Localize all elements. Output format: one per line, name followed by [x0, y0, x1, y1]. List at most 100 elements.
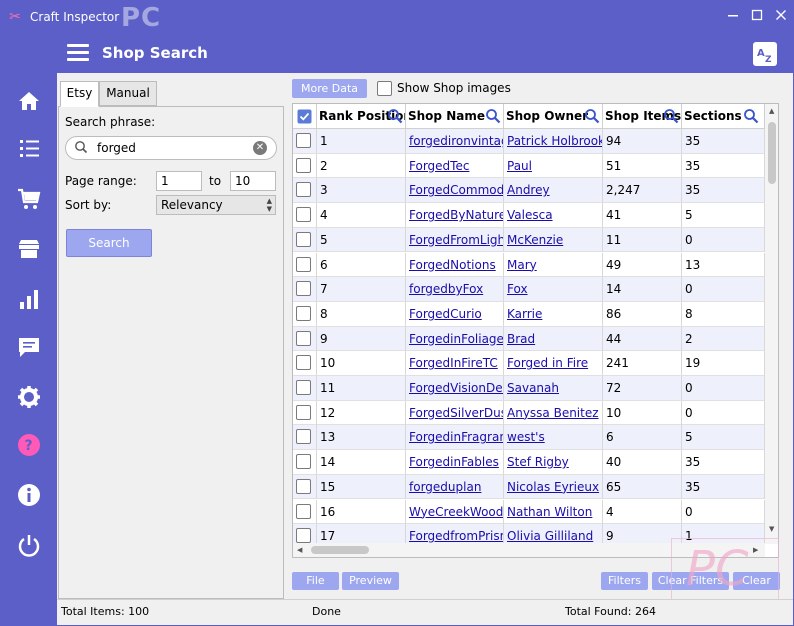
table-row[interactable]: 12 ForgedSilverDust Anyssa Benitez 10 0 — [293, 400, 765, 426]
shop-owner-link[interactable]: Andrey — [504, 178, 603, 203]
shop-name-link-text[interactable]: ForgedSilverDust — [409, 406, 503, 420]
shop-name-link[interactable]: ForgedinFables — [406, 450, 504, 475]
more-data-button[interactable]: More Data — [292, 79, 367, 98]
sort-by-select[interactable]: Relevancy ▲ ▼ — [156, 195, 276, 215]
page-to-input[interactable]: 10 — [230, 171, 276, 191]
chart-icon[interactable] — [15, 285, 43, 313]
shop-name-link-text[interactable]: ForgedCommodities — [409, 183, 503, 197]
shop-name-link-text[interactable]: forgedbyFox — [409, 282, 483, 296]
scroll-up-icon[interactable]: ▲ — [769, 107, 774, 115]
shop-owner-link-text[interactable]: Brad — [507, 332, 535, 346]
shop-name-link-text[interactable]: ForgedinFragrance — [409, 430, 503, 444]
shop-name-link[interactable]: ForgedTec — [406, 153, 504, 178]
shop-name-link[interactable]: ForgedVisionDesigns — [406, 376, 504, 400]
shop-owner-link[interactable]: Stef Rigby — [504, 450, 603, 475]
shop-name-link-text[interactable]: ForgedInFireTC — [409, 356, 498, 370]
shop-owner-link-text[interactable]: Anyssa Benitez — [507, 406, 599, 420]
row-checkbox[interactable] — [296, 157, 311, 173]
table-row[interactable]: 6 ForgedNotions Mary 49 13 — [293, 252, 765, 278]
shop-owner-link[interactable]: Valesca — [504, 203, 603, 228]
info-icon[interactable] — [15, 481, 43, 509]
filter-search-icon[interactable] — [743, 108, 759, 124]
shop-owner-link[interactable]: Mary — [504, 252, 603, 277]
shop-name-link[interactable]: ForgedByNatureShop — [406, 203, 504, 228]
file-button[interactable]: File — [292, 572, 339, 590]
shop-name-link-text[interactable]: WyeCreekWoodworks — [409, 505, 503, 519]
scroll-left-icon[interactable]: ◀ — [297, 546, 302, 554]
shop-owner-link[interactable]: Brad — [504, 326, 603, 351]
preview-button[interactable]: Preview — [342, 572, 399, 590]
row-checkbox[interactable] — [296, 133, 311, 148]
shop-owner-link-text[interactable]: Paul — [507, 159, 532, 173]
search-button[interactable]: Search — [66, 229, 152, 257]
shop-owner-link[interactable]: Patrick Holbrook — [504, 129, 603, 153]
shop-name-link[interactable]: ForgedCurio — [406, 301, 504, 326]
checkbox-checked-icon[interactable] — [297, 109, 312, 124]
table-row[interactable]: 1 forgedironvintage Patrick Holbrook 94 35 — [293, 129, 765, 154]
store-icon[interactable] — [15, 235, 43, 263]
shop-owner-link[interactable]: Forged in Fire — [504, 351, 603, 376]
shop-owner-link-text[interactable]: west's — [507, 430, 545, 444]
shop-name-link[interactable]: ForgedNotions — [406, 252, 504, 277]
shop-owner-link-text[interactable]: Mary — [507, 258, 537, 272]
shop-name-link-text[interactable]: ForgedTec — [409, 159, 469, 173]
table-row[interactable]: 4 ForgedByNatureShop Valesca 41 5 — [293, 203, 765, 228]
power-icon[interactable] — [15, 531, 43, 559]
shop-owner-link-text[interactable]: Forged in Fire — [507, 356, 588, 370]
settings-icon[interactable] — [15, 383, 43, 411]
home-icon[interactable] — [15, 87, 43, 115]
clear-search-icon[interactable]: ✕ — [253, 141, 267, 155]
row-checkbox[interactable] — [296, 207, 311, 223]
shop-name-link-text[interactable]: ForgedFromLight — [409, 233, 503, 247]
row-checkbox[interactable] — [296, 355, 311, 371]
shop-owner-link-text[interactable]: Valesca — [507, 208, 553, 222]
table-row[interactable]: 15 forgeduplan Nicolas Eyrieux 65 35 — [293, 474, 765, 500]
row-checkbox[interactable] — [296, 305, 311, 321]
shop-owner-link-text[interactable]: Olivia Gilliland — [507, 529, 593, 543]
row-checkbox[interactable] — [296, 231, 311, 247]
row-checkbox[interactable] — [296, 528, 311, 544]
row-checkbox[interactable] — [296, 503, 311, 519]
search-input[interactable]: forged ✕ — [65, 136, 277, 160]
vertical-scrollbar[interactable]: ▲ ▼ — [765, 104, 778, 544]
shop-name-link[interactable]: WyeCreekWoodworks — [406, 499, 504, 524]
shop-owner-link-text[interactable]: McKenzie — [507, 233, 563, 247]
table-row[interactable]: 13 ForgedinFragrance west's 6 5 — [293, 425, 765, 451]
show-images-checkbox[interactable] — [377, 81, 392, 96]
shop-name-link[interactable]: forgedironvintage — [406, 129, 504, 153]
translate-icon[interactable]: A Z — [753, 42, 777, 66]
maximize-icon[interactable] — [747, 7, 767, 27]
table-row[interactable]: 11 ForgedVisionDesigns Savanah 72 0 — [293, 376, 765, 401]
table-row[interactable]: 7 forgedbyFox Fox 14 0 — [293, 277, 765, 302]
shop-name-link-text[interactable]: ForgedByNatureShop — [409, 208, 503, 222]
horizontal-scroll-thumb[interactable] — [311, 546, 369, 554]
table-row[interactable]: 9 ForgedinFoliage Brad 44 2 — [293, 326, 765, 352]
shop-owner-link[interactable]: west's — [504, 425, 603, 450]
shop-owner-link-text[interactable]: Stef Rigby — [507, 455, 569, 469]
filter-search-icon[interactable] — [387, 108, 403, 124]
row-checkbox[interactable] — [296, 404, 311, 420]
row-checkbox[interactable] — [296, 330, 311, 346]
cart-icon[interactable] — [15, 185, 43, 213]
shop-owner-link[interactable]: Savanah — [504, 376, 603, 400]
shop-name-link-text[interactable]: ForgedfromPrism — [409, 529, 503, 543]
page-from-input[interactable]: 1 — [156, 171, 202, 191]
shop-owner-link[interactable]: Karrie — [504, 301, 603, 326]
shop-owner-link[interactable]: Nicolas Eyrieux — [504, 474, 603, 499]
shop-owner-link-text[interactable]: Fox — [507, 282, 528, 296]
shop-name-link-text[interactable]: forgeduplan — [409, 480, 481, 494]
filter-search-icon[interactable] — [663, 108, 679, 124]
row-checkbox[interactable] — [296, 256, 311, 272]
scroll-down-icon[interactable]: ▼ — [769, 525, 774, 533]
table-row[interactable]: 10 ForgedInFireTC Forged in Fire 241 19 — [293, 351, 765, 376]
minimize-icon[interactable] — [723, 7, 743, 27]
shop-name-link-text[interactable]: ForgedVisionDesigns — [409, 381, 503, 395]
filters-button[interactable]: Filters — [601, 572, 648, 590]
shop-name-link[interactable]: forgedbyFox — [406, 277, 504, 302]
shop-name-link[interactable]: ForgedinFragrance — [406, 425, 504, 450]
message-icon[interactable] — [15, 333, 43, 361]
shop-owner-link-text[interactable]: Karrie — [507, 307, 542, 321]
shop-owner-link[interactable]: McKenzie — [504, 227, 603, 252]
row-checkbox[interactable] — [296, 281, 311, 297]
list-icon[interactable] — [15, 135, 43, 163]
